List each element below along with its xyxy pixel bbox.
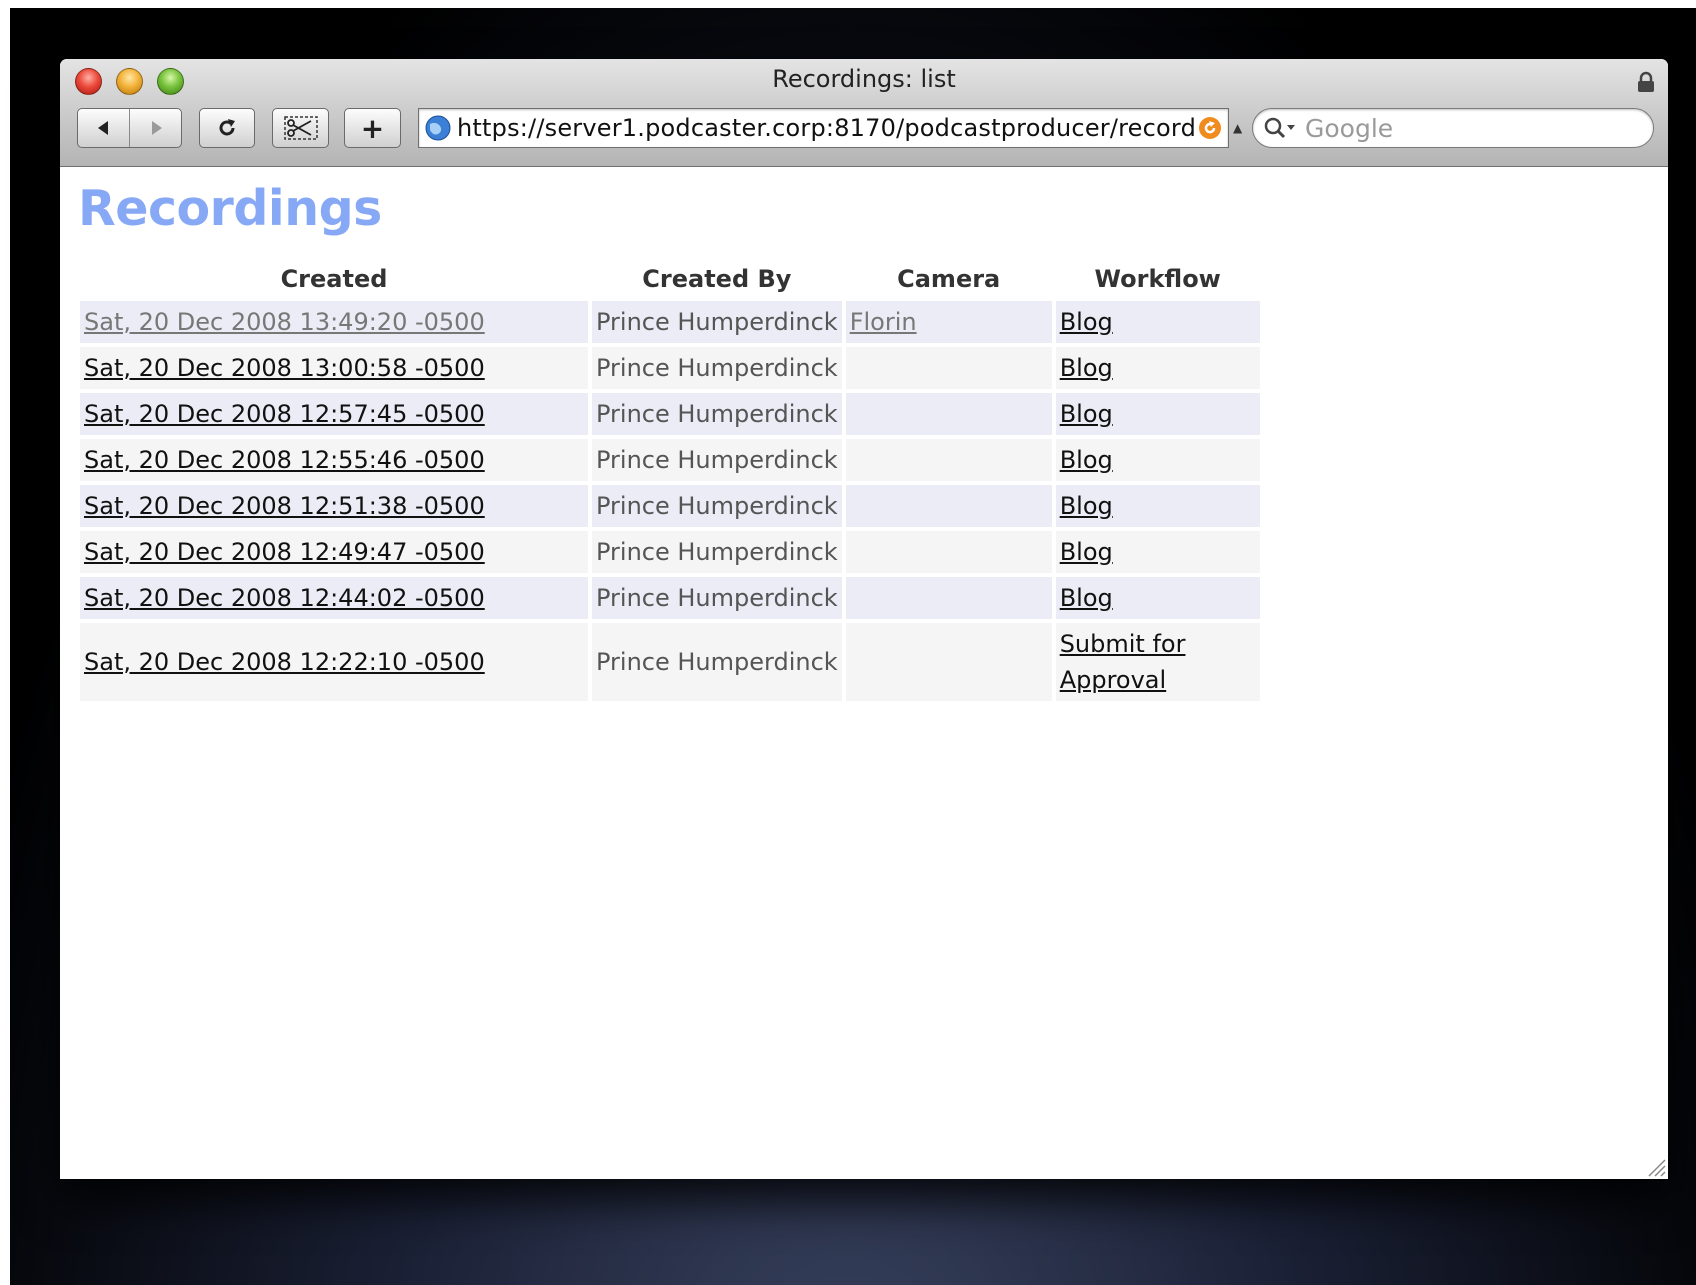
camera-cell (845, 577, 1052, 619)
created-by-cell: Prince Humperdinck (592, 393, 842, 435)
lock-icon (1638, 71, 1654, 92)
search-icon (1264, 117, 1295, 139)
recording-link[interactable]: Sat, 20 Dec 2008 13:00:58 -0500 (84, 354, 485, 382)
camera-cell (845, 485, 1052, 527)
recording-link[interactable]: Sat, 20 Dec 2008 12:49:47 -0500 (84, 538, 485, 566)
table-row: Sat, 20 Dec 2008 12:57:45 -0500 Prince H… (80, 393, 1260, 435)
table-row: Sat, 20 Dec 2008 12:55:46 -0500 Prince H… (80, 439, 1260, 481)
column-header-created-by: Created By (642, 265, 792, 293)
workflow-link[interactable]: Blog (1060, 354, 1113, 382)
url-text: https://server1.podcaster.corp:8170/podc… (457, 114, 1197, 142)
recording-link[interactable]: Sat, 20 Dec 2008 13:49:20 -0500 (84, 308, 485, 336)
address-bar[interactable]: https://server1.podcaster.corp:8170/podc… (418, 108, 1229, 148)
address-resize-handle-icon[interactable]: ▲ (1233, 121, 1242, 135)
created-by-cell: Prince Humperdinck (592, 439, 842, 481)
column-header-camera: Camera (897, 265, 1001, 293)
window-title: Recordings: list (772, 65, 956, 93)
recording-link[interactable]: Sat, 20 Dec 2008 12:44:02 -0500 (84, 584, 485, 612)
created-by-cell: Prince Humperdinck (592, 485, 842, 527)
table-row: Sat, 20 Dec 2008 12:44:02 -0500 Prince H… (80, 577, 1260, 619)
forward-button[interactable] (129, 109, 181, 147)
camera-cell (845, 531, 1052, 573)
recording-link[interactable]: Sat, 20 Dec 2008 12:55:46 -0500 (84, 446, 485, 474)
created-by-cell: Prince Humperdinck (592, 577, 842, 619)
workflow-link[interactable]: Blog (1060, 446, 1113, 474)
reload-icon (219, 119, 235, 136)
created-by-cell: Prince Humperdinck (592, 531, 842, 573)
camera-cell (845, 347, 1052, 389)
snippet-icon (283, 116, 318, 140)
created-by-cell: Prince Humperdinck (592, 347, 842, 389)
column-header-workflow: Workflow (1094, 265, 1221, 293)
globe-icon (425, 115, 451, 141)
browser-toolbar: Recordings: list + https://server1.podca… (60, 59, 1668, 167)
add-bookmark-button[interactable]: + (344, 108, 401, 148)
table-row: Sat, 20 Dec 2008 12:22:10 -0500 Prince H… (80, 623, 1260, 701)
workflow-link[interactable]: Submit for Approval (1060, 630, 1186, 694)
created-by-cell: Prince Humperdinck (592, 623, 842, 701)
workflow-link[interactable]: Blog (1060, 584, 1113, 612)
workflow-link[interactable]: Blog (1060, 492, 1113, 520)
resize-grip-icon[interactable] (1644, 1155, 1666, 1177)
page-content: Recordings Created Created By Camera Wor… (60, 167, 1668, 715)
page-title: Recordings (78, 180, 382, 237)
table-header-row: Created Created By Camera Workflow (80, 265, 1260, 297)
back-button[interactable] (78, 109, 129, 147)
back-forward-buttons (77, 108, 182, 148)
column-header-created: Created (280, 265, 388, 293)
table-row: Sat, 20 Dec 2008 13:00:58 -0500 Prince H… (80, 347, 1260, 389)
reload-button[interactable] (199, 108, 255, 148)
back-arrow-icon (97, 121, 108, 135)
browser-window: Recordings: list + https://server1.podca… (60, 59, 1668, 1179)
snippet-button[interactable] (272, 108, 329, 148)
search-field[interactable] (1252, 108, 1654, 148)
forward-arrow-icon (151, 121, 162, 135)
camera-link[interactable]: Florin (850, 308, 917, 336)
table-row: Sat, 20 Dec 2008 13:49:20 -0500 Prince H… (80, 301, 1260, 343)
recordings-table: Created Created By Camera Workflow Sat, … (76, 261, 1264, 705)
workflow-link[interactable]: Blog (1060, 308, 1113, 336)
recording-link[interactable]: Sat, 20 Dec 2008 12:22:10 -0500 (84, 648, 485, 676)
workflow-link[interactable]: Blog (1060, 400, 1113, 428)
camera-cell (845, 623, 1052, 701)
camera-cell (845, 439, 1052, 481)
recording-link[interactable]: Sat, 20 Dec 2008 12:57:45 -0500 (84, 400, 485, 428)
table-row: Sat, 20 Dec 2008 12:51:38 -0500 Prince H… (80, 485, 1260, 527)
snapback-icon[interactable] (1198, 116, 1222, 140)
created-by-cell: Prince Humperdinck (592, 301, 842, 343)
workflow-link[interactable]: Blog (1060, 538, 1113, 566)
search-input[interactable] (1303, 112, 1627, 144)
camera-cell (845, 393, 1052, 435)
table-row: Sat, 20 Dec 2008 12:49:47 -0500 Prince H… (80, 531, 1260, 573)
recording-link[interactable]: Sat, 20 Dec 2008 12:51:38 -0500 (84, 492, 485, 520)
